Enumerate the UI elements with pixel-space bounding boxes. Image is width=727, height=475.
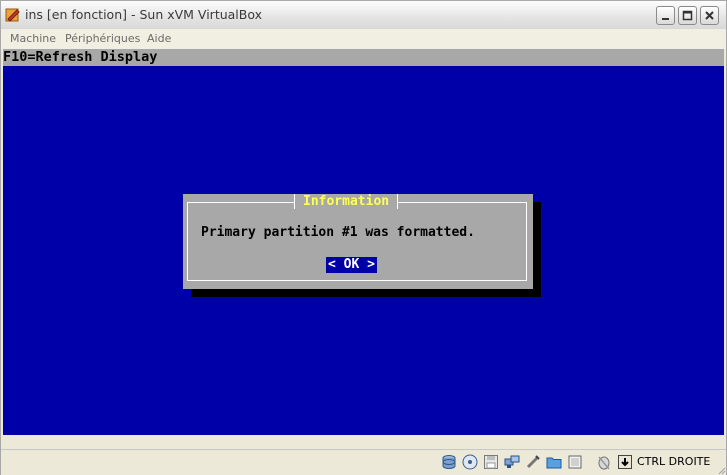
title-bar[interactable]: ins [en fonction] - Sun xVM VirtualBox <box>1 1 726 30</box>
resize-grip-icon[interactable] <box>716 465 726 475</box>
menu-aide[interactable]: Aide <box>147 32 171 45</box>
dialog-message: Primary partition #1 was formatted. <box>201 225 475 240</box>
host-key-label: CTRL DROITE <box>637 455 711 468</box>
minimize-button[interactable] <box>656 6 675 25</box>
maximize-icon <box>682 10 693 21</box>
status-bar: CTRL DROITE <box>1 449 726 475</box>
guest-top-bar: F10=Refresh Display <box>3 49 724 66</box>
menu-bar: Machine Périphériques Aide <box>1 29 726 49</box>
display-icon[interactable] <box>567 454 583 470</box>
virtualbox-window: ins [en fonction] - Sun xVM VirtualBox M… <box>0 0 727 475</box>
host-key-icon[interactable] <box>617 454 633 470</box>
window-title: ins [en fonction] - Sun xVM VirtualBox <box>25 7 263 22</box>
usb-icon[interactable] <box>525 454 541 470</box>
ok-button[interactable]: < OK > <box>326 257 377 273</box>
guest-top-bar-text: F10=Refresh Display <box>3 49 158 65</box>
cd-dvd-icon[interactable] <box>462 454 478 470</box>
close-button[interactable] <box>700 6 719 25</box>
maximize-button[interactable] <box>678 6 697 25</box>
dialog-title: Information <box>294 194 399 209</box>
minimize-icon <box>662 18 669 20</box>
hard-disk-icon[interactable] <box>441 454 457 470</box>
floppy-icon[interactable] <box>483 454 499 470</box>
virtualbox-app-icon <box>5 8 20 22</box>
network-icon[interactable] <box>504 454 520 470</box>
guest-display[interactable]: F10=Refresh Display Information Primary … <box>3 49 724 435</box>
close-icon <box>705 11 714 20</box>
shared-folders-icon[interactable] <box>546 454 562 470</box>
information-dialog: Information Primary partition #1 was for… <box>183 194 533 289</box>
mouse-integration-icon[interactable] <box>596 454 612 470</box>
menu-machine[interactable]: Machine <box>10 32 56 45</box>
menu-peripheriques[interactable]: Périphériques <box>65 32 140 45</box>
